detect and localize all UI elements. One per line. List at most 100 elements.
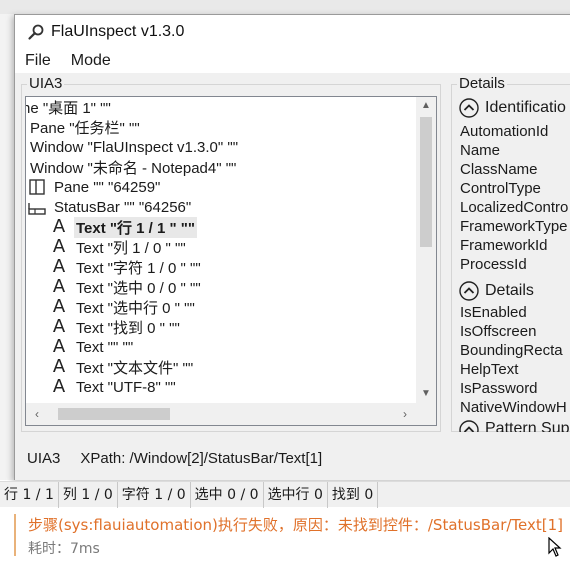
prop-is-enabled: IsEnabled — [460, 304, 527, 321]
title-bar[interactable]: FlaUInspect v1.3.0 — [15, 15, 570, 49]
section-pattern-support-title: Pattern Sup — [485, 420, 570, 432]
menu-bar: File Mode — [15, 49, 570, 73]
text-icon: A — [52, 356, 66, 377]
tree-vertical-scrollbar[interactable]: ▲ ▼ — [416, 97, 436, 403]
text-icon: A — [52, 296, 66, 317]
tree-row-label: Text "文本文件" "" — [76, 359, 194, 377]
statusbar-icon — [28, 198, 46, 216]
tree-row[interactable]: A Text "文本文件" "" — [50, 357, 195, 377]
tree-row-label: ne "桌面 1" "" — [26, 99, 111, 117]
background-left-strip — [0, 14, 14, 480]
scroll-corner — [416, 403, 436, 425]
notepad-status-bar: 行 1 / 1 列 1 / 0 字符 1 / 0 选中 0 / 0 选中行 0 … — [0, 481, 570, 508]
tree-row-label: Text "字符 1 / 0 " "" — [76, 259, 201, 277]
magnifier-icon — [28, 24, 44, 40]
section-details[interactable]: Details — [459, 279, 534, 303]
tree-row-label: Text "选中 0 / 0 " "" — [76, 279, 201, 297]
text-icon: A — [52, 236, 66, 257]
prop-native-window-handle: NativeWindowH — [460, 399, 567, 416]
prop-framework-type: FrameworkType — [460, 218, 568, 235]
details-group-title: Details — [457, 75, 507, 92]
prop-is-offscreen: IsOffscreen — [460, 323, 537, 340]
tree-row[interactable]: StatusBar "" "64256" — [28, 197, 193, 217]
background-top-strip — [0, 0, 570, 14]
tree-rows: ne "桌面 1" "" Pane "任务栏" "" Window "FlaUIns… — [26, 97, 416, 403]
inspector-status-bar: UIA3 XPath: /Window[2]/StatusBar/Text[1] — [15, 435, 570, 481]
section-identification[interactable]: Identificatio — [459, 96, 566, 120]
inspector-mode-label: UIA3 — [27, 449, 61, 467]
log-elapsed-time: 耗时：7ms — [28, 541, 100, 557]
scroll-left-arrow-icon[interactable]: ‹ — [28, 403, 46, 425]
scroll-down-arrow-icon[interactable]: ▼ — [416, 385, 436, 403]
tree-row-label: Text "行 1 / 1 " "" — [74, 216, 198, 238]
tree-row[interactable]: A Text "" "" — [50, 337, 135, 357]
prop-class-name: ClassName — [460, 161, 538, 178]
section-identification-title: Identificatio — [485, 99, 566, 116]
vertical-scroll-thumb[interactable] — [420, 117, 432, 247]
tree-row[interactable]: Pane "任务栏" "" — [28, 117, 142, 137]
tree-row-label: Text "UTF-8" "" — [76, 378, 176, 396]
prop-automation-id: AutomationId — [460, 123, 549, 140]
window-title: FlaUInspect v1.3.0 — [51, 23, 185, 40]
status-cell-line[interactable]: 行 1 / 1 — [0, 481, 59, 508]
collapse-up-icon[interactable] — [459, 98, 479, 118]
prop-bounding-rectangle: BoundingRecta — [460, 342, 563, 359]
horizontal-scroll-thumb[interactable] — [58, 408, 170, 420]
tree-row[interactable]: Window "未命名 - Notepad4" "" — [28, 157, 238, 177]
tree-row[interactable]: ne "桌面 1" "" — [26, 97, 113, 117]
log-panel: 步骤(sys:flauiautomation)执行失败，原因：未找到控件：/St… — [0, 508, 570, 568]
text-icon: A — [52, 276, 66, 297]
status-cell-column[interactable]: 列 1 / 0 — [59, 481, 118, 508]
prop-process-id: ProcessId — [460, 256, 527, 273]
text-icon: A — [52, 316, 66, 337]
tree-row-label: Window "未命名 - Notepad4" "" — [30, 159, 237, 177]
tree-row[interactable]: A Text "字符 1 / 0 " "" — [50, 257, 203, 277]
status-cell-character[interactable]: 字符 1 / 0 — [118, 481, 191, 508]
tree-row[interactable]: A Text "选中 0 / 0 " "" — [50, 277, 203, 297]
section-pattern-support[interactable]: Pattern Sup — [459, 420, 570, 432]
tree-row-label: Text "找到 0 " "" — [76, 319, 180, 337]
tree-group: UIA3 ne "桌面 1" "" Pane "任务栏" "" Window "Fl… — [21, 75, 441, 432]
tree-horizontal-scrollbar[interactable]: ‹ › — [26, 403, 416, 425]
tree-row-label: Pane "" "64259" — [54, 178, 161, 196]
tree-row[interactable]: Window "FlaUInspect v1.3.0" "" — [28, 137, 240, 157]
tree-row-label: Text "" "" — [76, 338, 134, 356]
tree-row[interactable]: A Text "找到 0 " "" — [50, 317, 182, 337]
log-accent-bar — [14, 514, 16, 556]
scroll-right-arrow-icon[interactable]: › — [396, 403, 414, 425]
scroll-up-arrow-icon[interactable]: ▲ — [416, 97, 436, 115]
status-cell-found[interactable]: 找到 0 — [328, 481, 379, 508]
tree-row-label: StatusBar "" "64256" — [54, 198, 192, 216]
tree-row[interactable]: A Text "选中行 0 " "" — [50, 297, 197, 317]
tree-row[interactable]: Pane "" "64259" — [28, 177, 162, 197]
status-cell-selected-lines[interactable]: 选中行 0 — [264, 481, 328, 508]
element-tree[interactable]: ne "桌面 1" "" Pane "任务栏" "" Window "FlaUIns… — [25, 96, 437, 426]
tree-row-label: Text "选中行 0 " "" — [76, 299, 195, 317]
prop-name: Name — [460, 142, 501, 159]
prop-localized-control-type: LocalizedContro — [460, 199, 569, 216]
tree-row[interactable]: A Text "列 1 / 0 " "" — [50, 237, 188, 257]
collapse-up-icon[interactable] — [459, 281, 479, 301]
section-details-title: Details — [485, 282, 534, 299]
tree-row[interactable]: A Text "UTF-8" "" — [50, 377, 178, 397]
text-icon: A — [52, 336, 66, 357]
text-icon: A — [52, 216, 66, 237]
menu-file[interactable]: File — [15, 49, 61, 73]
pane-icon — [28, 178, 46, 196]
details-group: Details Identificatio AutomationId Name … — [451, 75, 570, 432]
mouse-cursor-icon — [548, 537, 562, 557]
xpath-label: XPath: /Window[2]/StatusBar/Text[1] — [80, 449, 323, 467]
prop-is-password: IsPassword — [460, 380, 538, 397]
log-error-message: 步骤(sys:flauiautomation)执行失败，原因：未找到控件：/St… — [28, 516, 564, 534]
prop-framework-id: FrameworkId — [460, 237, 548, 254]
collapse-up-icon[interactable] — [459, 420, 479, 432]
menu-mode[interactable]: Mode — [61, 49, 121, 73]
tree-row[interactable]: A Text "行 1 / 1 " "" — [50, 216, 198, 238]
tree-row-label: Pane "任务栏" "" — [30, 119, 140, 137]
prop-help-text: HelpText — [460, 361, 519, 378]
status-cell-selection[interactable]: 选中 0 / 0 — [191, 481, 264, 508]
text-icon: A — [52, 376, 66, 397]
tree-row-label: Window "FlaUInspect v1.3.0" "" — [30, 138, 239, 156]
flauinspect-window: FlaUInspect v1.3.0 File Mode UIA3 ne "桌面… — [14, 14, 570, 480]
tree-row-label: Text "列 1 / 0 " "" — [76, 239, 186, 257]
